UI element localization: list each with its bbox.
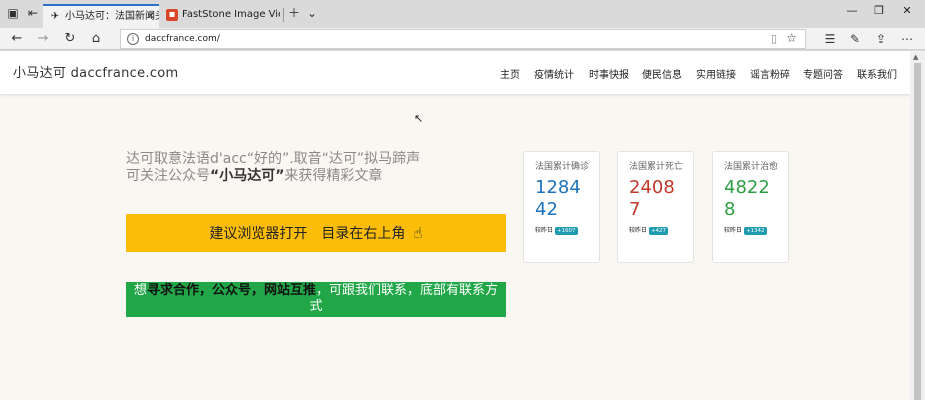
stat-value: 48228 xyxy=(724,177,770,220)
back-icon[interactable]: ← xyxy=(8,30,26,48)
window-close-icon[interactable]: ✕ xyxy=(897,4,917,17)
stat-value: 24087 xyxy=(629,177,675,220)
minimize-icon[interactable]: — xyxy=(842,4,862,17)
cooperation-text-2: 寻求合作，公众号，网站互推 xyxy=(146,283,316,298)
vertical-scrollbar[interactable]: ▲ xyxy=(910,51,925,400)
stat-compare: 较昨日 +1342 xyxy=(724,225,788,235)
tab-title: FastStone Image Viewer - Pc xyxy=(182,9,280,20)
more-icon[interactable]: ⋯ xyxy=(898,30,916,48)
back-tabs-icon[interactable]: ⇤ xyxy=(26,6,40,20)
nav-news[interactable]: 时事快报 xyxy=(589,66,629,81)
tab-daccfrance[interactable]: ✈ 小马达可：法国新闻头条 ✕ xyxy=(43,4,159,28)
close-icon[interactable]: ✕ xyxy=(147,6,155,28)
site-brand[interactable]: 小马达可 daccfrance.com xyxy=(13,62,179,81)
stat-value: 128442 xyxy=(535,177,581,220)
faststone-icon: ▪ xyxy=(166,9,178,21)
stat-compare: 较昨日 +1607 xyxy=(535,225,599,235)
stat-compare-label: 较昨日 xyxy=(629,227,648,234)
stat-card-recovered: 法国累计治愈 48228 较昨日 +1342 xyxy=(712,151,789,263)
maximize-icon[interactable]: ❐ xyxy=(869,4,889,17)
share-icon[interactable]: ⇪ xyxy=(872,30,890,48)
stat-compare-label: 较昨日 xyxy=(724,227,743,234)
refresh-icon[interactable]: ↻ xyxy=(61,30,79,48)
stat-card-deaths: 法国累计死亡 24087 较昨日 +427 xyxy=(617,151,694,263)
scrollbar-thumb[interactable] xyxy=(914,63,921,400)
tab-actions-icon[interactable]: ▣ xyxy=(6,6,20,20)
nav-faq[interactable]: 专题问答 xyxy=(803,66,843,81)
cooperation-text-1: 想 xyxy=(133,283,147,298)
new-tab-icon[interactable]: ＋ xyxy=(287,6,301,20)
chevron-down-icon[interactable]: ⌄ xyxy=(305,6,319,20)
forward-icon[interactable]: → xyxy=(34,30,52,48)
scroll-up-icon[interactable]: ▲ xyxy=(913,53,918,61)
stat-delta-badge: +427 xyxy=(648,226,669,235)
plane-icon: ✈ xyxy=(50,11,60,22)
favorites-list-icon[interactable]: ☰ xyxy=(821,30,839,48)
info-icon[interactable]: i xyxy=(127,33,139,45)
nav-info[interactable]: 便民信息 xyxy=(642,66,682,81)
nav-home[interactable]: 主页 xyxy=(500,66,520,81)
nav-links[interactable]: 实用链接 xyxy=(696,66,736,81)
intro-line-2-pre: 可关注公众号 xyxy=(126,168,210,184)
reading-view-icon[interactable]: ▯ xyxy=(771,30,777,48)
address-bar[interactable]: i daccfrance.com/ ▯ ☆ xyxy=(120,29,806,49)
web-page: 小马达可 daccfrance.com 主页 疫情统计 时事快报 便民信息 实用… xyxy=(0,51,910,400)
favorite-star-icon[interactable]: ☆ xyxy=(786,29,797,47)
tab-title: 小马达可：法国新闻头条 xyxy=(65,11,159,22)
navigation-bar: ← → ↻ ⌂ i daccfrance.com/ ▯ ☆ ☰ ✎ ⇪ ⋯ xyxy=(0,28,925,50)
stat-label: 法国累计确诊 xyxy=(535,162,590,172)
stat-label: 法国累计死亡 xyxy=(629,162,684,172)
stat-compare: 较昨日 +427 xyxy=(629,225,693,235)
intro-text: 达可取意法语d'acc“好的”.取音“达可”拟马蹄声 可关注公众号“小马达可”来… xyxy=(126,151,426,185)
nav-contact[interactable]: 联系我们 xyxy=(857,66,897,81)
stat-delta-badge: +1342 xyxy=(743,226,767,235)
pen-icon[interactable]: ✎ xyxy=(846,30,864,48)
cooperation-text-3: ，可跟我们联系，底部有联系方式 xyxy=(309,283,499,314)
intro-line-2-post: 来获得精彩文章 xyxy=(284,168,383,184)
stat-card-confirmed: 法国累计确诊 128442 较昨日 +1607 xyxy=(523,151,600,263)
tab-bar: ▣ ⇤ ✈ 小马达可：法国新闻头条 ✕ ▪ FastStone Image Vi… xyxy=(0,0,925,28)
mouse-cursor-icon: ↖ xyxy=(414,112,424,125)
home-icon[interactable]: ⌂ xyxy=(87,30,105,48)
nav-stats[interactable]: 疫情统计 xyxy=(534,66,574,81)
tab-separator xyxy=(283,8,284,22)
cooperation-banner[interactable]: 想寻求合作，公众号，网站互推，可跟我们联系，底部有联系方式 xyxy=(126,282,506,317)
nav-rumors[interactable]: 谣言粉碎 xyxy=(750,66,790,81)
open-in-browser-banner[interactable]: 建议浏览器打开 目录在右上角 ☝ xyxy=(126,214,506,252)
intro-account-name: “小马达可” xyxy=(210,168,285,184)
site-header: 小马达可 daccfrance.com 主页 疫情统计 时事快报 便民信息 实用… xyxy=(0,51,910,94)
tab-faststone[interactable]: ▪ FastStone Image Viewer - Pc xyxy=(160,4,280,28)
stat-delta-badge: +1607 xyxy=(554,226,578,235)
stat-compare-label: 较昨日 xyxy=(535,227,554,234)
intro-line-2: 可关注公众号“小马达可”来获得精彩文章 xyxy=(126,168,426,185)
stat-label: 法国累计治愈 xyxy=(724,162,779,172)
intro-line-1: 达可取意法语d'acc“好的”.取音“达可”拟马蹄声 xyxy=(126,151,421,167)
url-text: daccfrance.com/ xyxy=(145,34,220,44)
pointing-hand-icon: ☝ xyxy=(413,224,423,242)
banner-label: 建议浏览器打开 目录在右上角 xyxy=(209,226,406,242)
